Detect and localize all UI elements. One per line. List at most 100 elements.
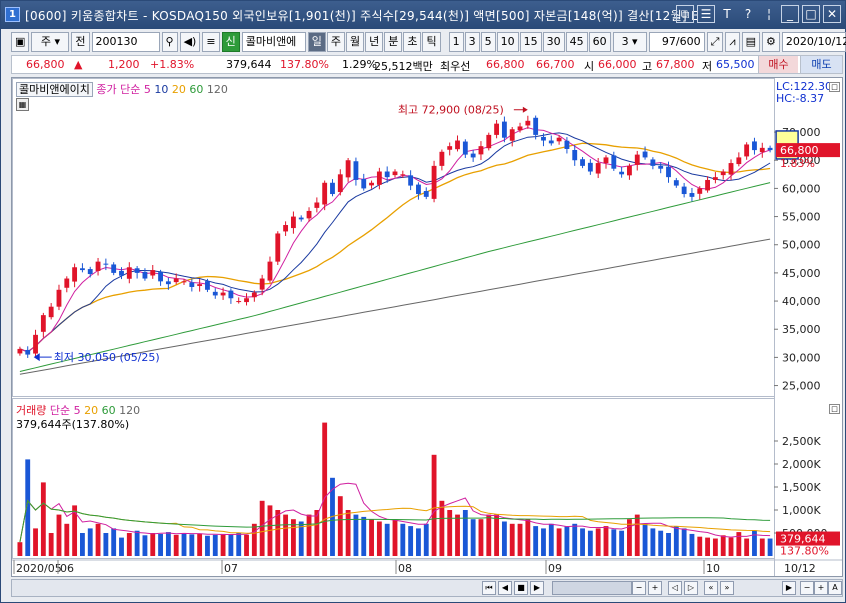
- volume-tick-label: 2,500K: [782, 435, 821, 448]
- interval-5-button[interactable]: 5: [480, 32, 496, 52]
- link-icon[interactable]: ⧉: [676, 5, 694, 23]
- sell-button[interactable]: 매도: [800, 56, 842, 73]
- period-tick-button[interactable]: 틱: [422, 32, 441, 52]
- period-second-button[interactable]: 초: [403, 32, 422, 52]
- move-right-icon[interactable]: ▷: [684, 581, 698, 595]
- font-size-icon[interactable]: A: [828, 581, 842, 595]
- candle-body: [728, 163, 734, 175]
- volume-bar: [400, 523, 406, 556]
- ma60-legend[interactable]: 60: [189, 83, 203, 96]
- buy-button[interactable]: 매수: [758, 56, 798, 73]
- candle-body: [158, 272, 163, 282]
- close-icon[interactable]: ✕: [823, 5, 841, 23]
- speaker-icon[interactable]: ◀): [179, 32, 201, 52]
- prev-button[interactable]: 전: [71, 32, 90, 52]
- zoom-out-icon[interactable]: −: [632, 581, 646, 595]
- menu-icon[interactable]: ☰: [697, 5, 715, 23]
- scroll-stop-icon[interactable]: ■: [514, 581, 528, 595]
- period-week-button[interactable]: 주: [326, 32, 345, 52]
- volume-bar: [220, 533, 226, 556]
- candle-body: [345, 160, 351, 178]
- volume-bar: [431, 454, 437, 556]
- period-year-button[interactable]: 년: [365, 32, 384, 52]
- price-stock-label[interactable]: 콜마비앤에이치: [16, 82, 93, 97]
- interval-45-button[interactable]: 45: [565, 32, 588, 52]
- interval-select[interactable]: 3 ▾: [612, 32, 647, 52]
- x-axis-label: 10: [706, 562, 720, 575]
- double-left-icon[interactable]: «: [704, 581, 718, 595]
- scroll-first-icon[interactable]: ⏮: [482, 581, 496, 595]
- chart-tool-icon[interactable]: ⤢: [706, 32, 724, 52]
- grid-table-icon[interactable]: ▦: [16, 98, 29, 111]
- candle-body: [494, 123, 500, 135]
- move-left-icon[interactable]: ◁: [668, 581, 682, 595]
- volume-bar: [478, 519, 484, 556]
- candle-body: [541, 136, 546, 141]
- fund-icon[interactable]: ≡: [202, 32, 220, 52]
- gear-icon[interactable]: ⚙: [762, 32, 780, 52]
- period-month-button[interactable]: 월: [345, 32, 365, 52]
- search-icon[interactable]: ⚲: [161, 32, 178, 52]
- volume-bar: [275, 510, 281, 556]
- candle-body: [548, 140, 554, 144]
- font-icon[interactable]: T: [718, 5, 736, 23]
- current-volume-rate: 137.80%: [780, 545, 829, 558]
- decrease-icon[interactable]: −: [800, 581, 814, 595]
- chart-canvas[interactable]: 25,000 30,000 35,000 40,000 45,000 50,000 55,0…: [12, 78, 842, 576]
- period-day-button[interactable]: 일: [307, 32, 326, 52]
- price-legend: 콜마비앤에이치 종가 단순 5 10 20 60 120: [16, 81, 228, 97]
- increase-icon[interactable]: +: [814, 581, 828, 595]
- stock-name-field[interactable]: 콜마비앤에: [241, 32, 306, 52]
- scroll-thumb[interactable]: [552, 581, 632, 595]
- scroll-next-icon[interactable]: ▶: [530, 581, 544, 595]
- maximize-icon[interactable]: □: [802, 5, 820, 23]
- interval-15-button[interactable]: 15: [519, 32, 542, 52]
- candle-body: [603, 157, 609, 164]
- interval-1-button[interactable]: 1: [448, 32, 464, 52]
- ma120-legend[interactable]: 120: [207, 83, 228, 96]
- candle-body: [103, 263, 109, 265]
- ma20-legend[interactable]: 20: [172, 83, 186, 96]
- double-right-icon[interactable]: »: [720, 581, 734, 595]
- price-tick-label: 25,000: [782, 380, 821, 393]
- candle-body: [587, 162, 593, 172]
- low-annotation: 최저 30,050 (05/25): [54, 351, 160, 364]
- minimize-icon[interactable]: _: [781, 5, 799, 23]
- period-minute-button[interactable]: 분: [384, 32, 403, 52]
- scroll-prev-icon[interactable]: ◀: [498, 581, 512, 595]
- ma10-legend[interactable]: 10: [154, 83, 168, 96]
- ma5-legend[interactable]: 5: [144, 83, 151, 96]
- volume-bar: [142, 535, 148, 556]
- candle-body: [150, 270, 156, 276]
- count-field[interactable]: 97/600: [648, 32, 705, 52]
- interval-30-button[interactable]: 30: [542, 32, 565, 52]
- panel-maximize-icon[interactable]: □: [829, 404, 840, 414]
- code-input[interactable]: 200130: [91, 32, 160, 52]
- chart-scrollbar[interactable]: ⏮ ◀ ■ ▶ − + ◁ ▷ « » ▶ − + A: [11, 579, 843, 597]
- volume-bar: [189, 534, 195, 556]
- candle-body: [556, 137, 562, 142]
- candle-body: [744, 144, 750, 157]
- save-icon[interactable]: ▤: [741, 32, 761, 52]
- indicator-icon[interactable]: ⩘: [725, 32, 740, 52]
- candle-body: [181, 281, 187, 283]
- volume-bar: [642, 523, 648, 556]
- zoom-in-icon[interactable]: +: [648, 581, 662, 595]
- interval-10-button[interactable]: 10: [496, 32, 519, 52]
- volume-bar: [212, 534, 218, 556]
- period-type-select[interactable]: 주 ▾: [31, 32, 70, 52]
- price-panel-maximize-icon[interactable]: □: [829, 82, 840, 92]
- high-arrow-head: [522, 106, 528, 113]
- chart-area[interactable]: 25,000 30,000 35,000 40,000 45,000 50,000 55,0…: [11, 77, 843, 577]
- quote-change-rate: +1.83%: [150, 58, 195, 71]
- app-icon[interactable]: 1: [5, 7, 20, 22]
- new-badge[interactable]: 신: [221, 32, 240, 52]
- scroll-end-icon[interactable]: ▶: [782, 581, 796, 595]
- candle-body: [666, 166, 671, 178]
- interval-60-button[interactable]: 60: [588, 32, 611, 52]
- interval-3-button[interactable]: 3: [464, 32, 480, 52]
- help-icon[interactable]: ?: [739, 5, 757, 23]
- volume-bar: [111, 528, 117, 556]
- layout-icon[interactable]: ▣: [11, 32, 30, 52]
- date-field[interactable]: 2020/10/12: [781, 32, 846, 52]
